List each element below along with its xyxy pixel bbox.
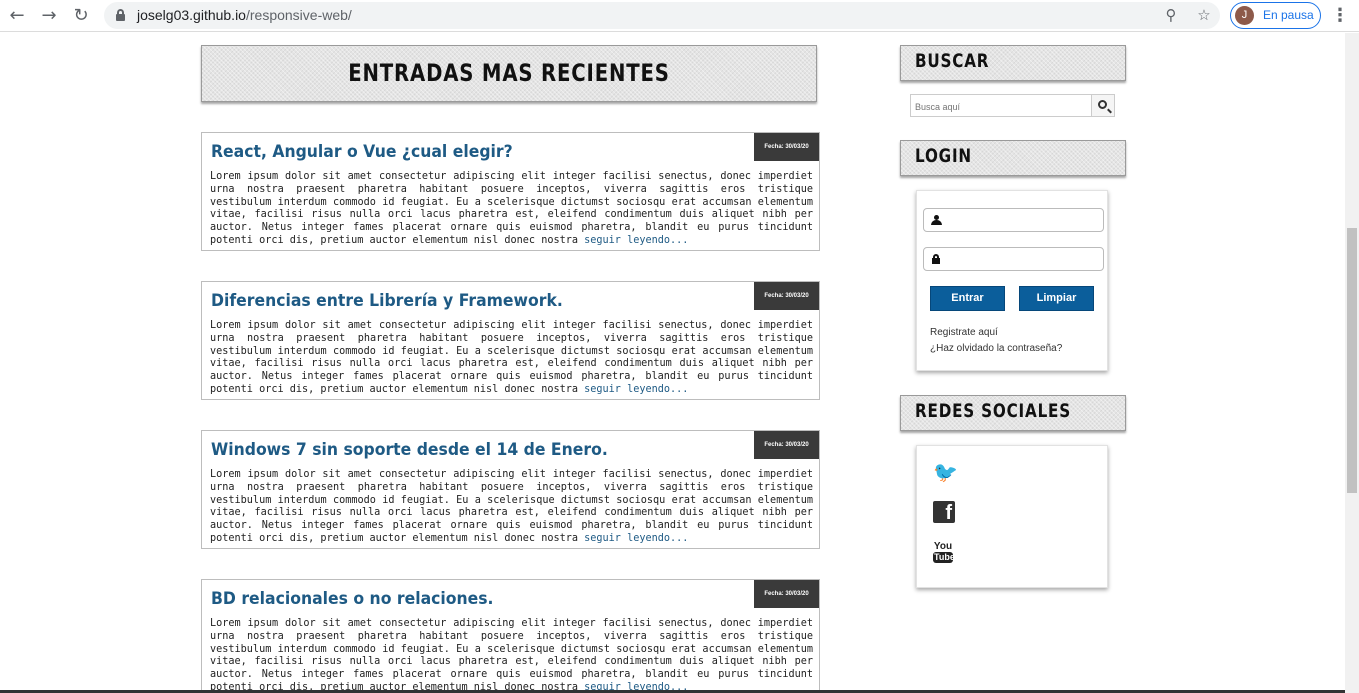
login-heading: LOGIN: [915, 145, 972, 167]
avatar: J: [1235, 6, 1254, 25]
address-bar[interactable]: joselg03.github.io/responsive-web/ ⚲ ☆: [104, 2, 1220, 29]
post-excerpt: Lorem ipsum dolor sit amet consectetur a…: [210, 469, 813, 546]
browser-toolbar: ← → ↻ joselg03.github.io/responsive-web/…: [0, 0, 1359, 32]
menu-icon[interactable]: ⋮: [1331, 5, 1349, 27]
post-body: Lorem ipsum dolor sit amet consectetur a…: [210, 320, 813, 395]
social-heading-box: REDES SOCIALES: [900, 395, 1126, 431]
post-excerpt: Lorem ipsum dolor sit amet consectetur a…: [210, 618, 813, 693]
social-heading: REDES SOCIALES: [915, 400, 1071, 422]
post-card: Diferencias entre Librería y Framework. …: [201, 281, 820, 400]
url-domain: joselg03.github.io: [137, 7, 246, 23]
read-more-link[interactable]: seguir leyendo...: [584, 235, 688, 246]
search-button[interactable]: [1091, 94, 1115, 117]
search-field[interactable]: [910, 94, 1092, 118]
scrollbar-thumb[interactable]: [1347, 228, 1357, 493]
post-title[interactable]: Diferencias entre Librería y Framework.: [211, 291, 563, 311]
post-date-badge: Fecha: 30/03/20: [754, 431, 819, 459]
read-more-link[interactable]: seguir leyendo...: [584, 533, 688, 544]
register-link[interactable]: Registrate aquí: [930, 327, 998, 338]
user-icon: [931, 215, 942, 226]
post-card: BD relacionales o no relaciones. Fecha: …: [201, 579, 820, 693]
forgot-password-link[interactable]: ¿Haz olvidado la contraseña?: [930, 343, 1062, 354]
profile-button[interactable]: J En pausa: [1230, 2, 1321, 29]
login-submit-button[interactable]: Entrar: [930, 286, 1005, 311]
password-input[interactable]: [946, 248, 1101, 270]
search-heading: BUSCAR: [915, 50, 990, 72]
post-date-badge: Fecha: 30/03/20: [754, 282, 819, 310]
post-body: Lorem ipsum dolor sit amet consectetur a…: [210, 618, 813, 693]
zoom-icon[interactable]: ⚲: [1161, 5, 1181, 25]
post-title[interactable]: BD relacionales o no relaciones.: [211, 589, 493, 609]
page-scrollbar[interactable]: [1345, 33, 1359, 693]
youtube-logo-top: You: [933, 541, 953, 552]
back-icon[interactable]: ←: [6, 5, 28, 27]
url-text[interactable]: joselg03.github.io/responsive-web/: [137, 7, 352, 23]
youtube-icon[interactable]: You Tube: [933, 541, 955, 566]
search-heading-box: BUSCAR: [900, 45, 1126, 81]
post-title[interactable]: React, Angular o Vue ¿cual elegir?: [211, 142, 513, 162]
post-date-badge: Fecha: 30/03/20: [754, 580, 819, 608]
url-path: /responsive-web/: [245, 7, 352, 23]
post-title[interactable]: Windows 7 sin soporte desde el 14 de Ene…: [211, 440, 608, 460]
login-card: Entrar Limpiar Registrate aquí ¿Haz olvi…: [916, 190, 1108, 371]
reload-icon[interactable]: ↻: [70, 5, 92, 27]
facebook-icon[interactable]: f: [933, 501, 955, 524]
post-excerpt: Lorem ipsum dolor sit amet consectetur a…: [210, 171, 813, 248]
profile-status: En pausa: [1263, 8, 1314, 22]
username-field[interactable]: [923, 208, 1104, 232]
username-input[interactable]: [946, 209, 1101, 231]
password-field[interactable]: [923, 247, 1104, 271]
post-body: Lorem ipsum dolor sit amet consectetur a…: [210, 469, 813, 544]
star-icon[interactable]: ☆: [1194, 5, 1214, 25]
forward-icon[interactable]: →: [38, 5, 60, 27]
login-heading-box: LOGIN: [900, 140, 1126, 176]
post-excerpt: Lorem ipsum dolor sit amet consectetur a…: [210, 320, 813, 397]
post-date-badge: Fecha: 30/03/20: [754, 133, 819, 161]
lock-icon: [116, 9, 125, 21]
page-viewport: ENTRADAS MAS RECIENTES React, Angular o …: [0, 33, 1345, 693]
clear-button[interactable]: Limpiar: [1019, 286, 1094, 311]
post-body: Lorem ipsum dolor sit amet consectetur a…: [210, 171, 813, 246]
social-card: 🐦 f You Tube: [916, 445, 1108, 588]
post-card: React, Angular o Vue ¿cual elegir? Fecha…: [201, 132, 820, 251]
search-icon: [1098, 100, 1107, 109]
twitter-icon[interactable]: 🐦: [933, 460, 958, 484]
youtube-logo-bottom: Tube: [933, 552, 955, 563]
section-title-box: ENTRADAS MAS RECIENTES: [201, 45, 817, 102]
search-input[interactable]: [911, 96, 1091, 118]
section-title: ENTRADAS MAS RECIENTES: [348, 59, 670, 87]
read-more-link[interactable]: seguir leyendo...: [584, 384, 688, 395]
post-card: Windows 7 sin soporte desde el 14 de Ene…: [201, 430, 820, 549]
lock-icon: [932, 254, 940, 265]
